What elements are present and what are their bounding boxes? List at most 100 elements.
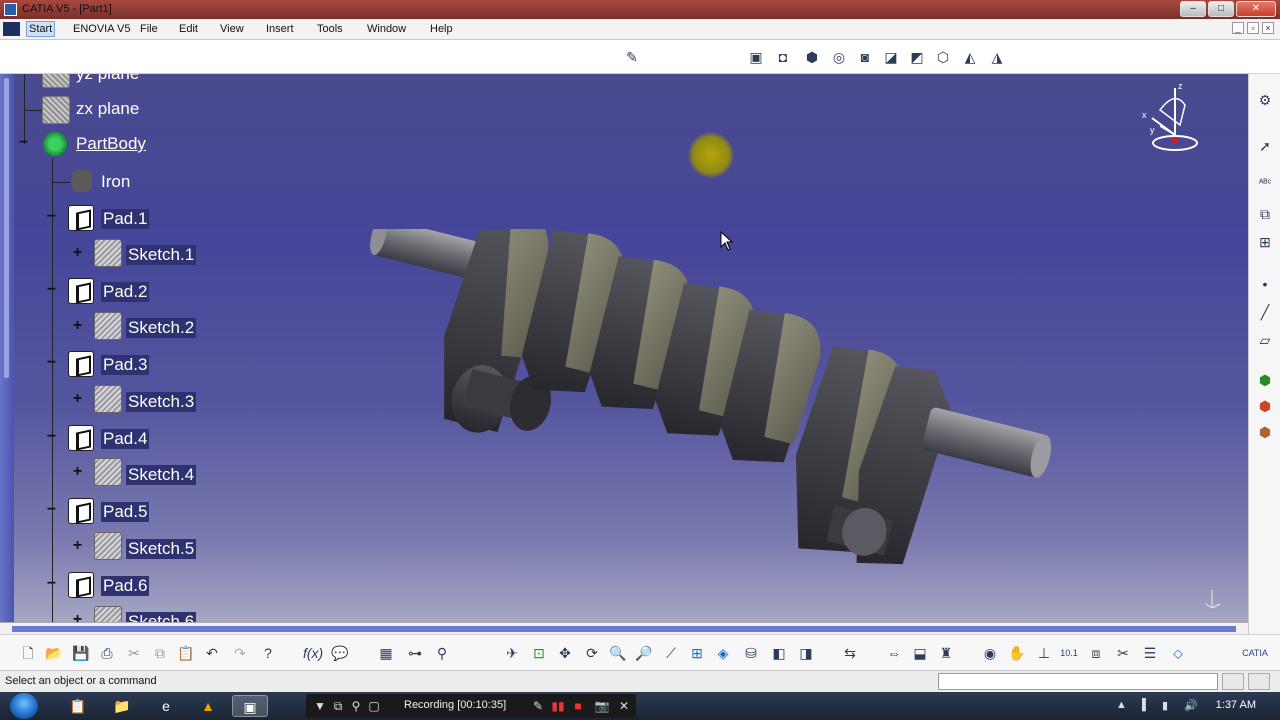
tree-node-partbody[interactable]: PartBody <box>76 134 146 154</box>
eraser-icon[interactable]: ⬦ <box>1168 643 1188 663</box>
compass-icon[interactable]: z x y <box>1140 80 1210 160</box>
menu-enovia[interactable]: ENOVIA V5 <box>73 23 130 35</box>
tree-scroll-thumb[interactable] <box>4 78 9 378</box>
collapse-pad5-button[interactable]: − <box>45 502 58 518</box>
render-material-icon[interactable]: ⬢ <box>1255 396 1275 416</box>
viewport-horizontal-scrollbar[interactable] <box>0 622 1248 634</box>
frame-icon[interactable]: ⧉ <box>1255 204 1275 224</box>
print-icon[interactable]: ⎙ <box>97 643 117 663</box>
tree-node-sketch-6[interactable]: Sketch.6 <box>126 612 197 622</box>
expand-sketch5-button[interactable]: + <box>71 538 84 554</box>
collapse-icon[interactable]: ▼ <box>312 698 328 714</box>
material-lib-icon[interactable]: ⬓ <box>910 643 930 663</box>
catalog-icon[interactable]: ◉ <box>980 643 1000 663</box>
hole-icon[interactable]: ◎ <box>829 47 849 67</box>
units-icon[interactable]: 10.1 <box>1059 643 1079 663</box>
collapse-pad4-button[interactable]: − <box>45 429 58 445</box>
pause-icon[interactable]: ▮▮ <box>550 698 566 714</box>
shading-icon[interactable]: ⛁ <box>741 643 761 663</box>
abc-text-icon[interactable]: ᴬᴮᶜ <box>1255 174 1275 194</box>
tree-node-pad-1[interactable]: Pad.1 <box>101 209 150 229</box>
iso-view-icon[interactable]: ◈ <box>713 643 733 663</box>
vlc-icon[interactable]: ▲ <box>190 695 226 717</box>
cut-section-icon[interactable]: ✂ <box>1113 643 1133 663</box>
swap-visible-icon[interactable]: ◨ <box>796 643 816 663</box>
window-icon[interactable]: ⧉ <box>330 698 346 714</box>
tray-expand-icon[interactable]: ▲ <box>1116 699 1127 711</box>
power-input-field[interactable] <box>938 673 1218 690</box>
fillet-icon[interactable]: ◪ <box>881 47 901 67</box>
menu-start[interactable]: Start <box>26 21 56 37</box>
copy-icon[interactable]: ⧉ <box>150 643 170 663</box>
select-region-icon[interactable]: ▢ <box>366 698 382 714</box>
close-button[interactable]: ✕ <box>1236 1 1276 17</box>
rib-icon[interactable]: ◙ <box>855 47 875 67</box>
minimize-button[interactable]: – <box>1180 1 1206 17</box>
axis-icon[interactable]: ⊥ <box>1034 643 1054 663</box>
battery-icon[interactable]: ▮ <box>1162 699 1168 712</box>
paste-icon[interactable]: 📋 <box>176 643 196 663</box>
scroll-track[interactable] <box>12 626 1236 632</box>
knowledge-icon[interactable]: 💬 <box>330 643 350 663</box>
power-input-go-button[interactable] <box>1248 673 1270 690</box>
camera-icon[interactable]: 📷 <box>594 698 610 714</box>
menu-view[interactable]: View <box>220 23 244 35</box>
collapse-pad6-button[interactable]: − <box>45 576 58 592</box>
zoom-in-icon[interactable]: 🔍 <box>608 643 628 663</box>
table-icon[interactable]: ▦ <box>376 643 396 663</box>
formula-icon[interactable]: f(x) <box>303 643 323 663</box>
tree-node-pad-6[interactable]: Pad.6 <box>101 576 150 596</box>
taskbar-app-icon[interactable]: 📋 <box>60 695 96 717</box>
network-icon[interactable]: ▐ <box>1138 699 1146 711</box>
apply-icon[interactable]: ♜ <box>936 643 956 663</box>
tree-node-sketch-5[interactable]: Sketch.5 <box>126 539 197 559</box>
rotate-icon[interactable]: ⟳ <box>582 643 602 663</box>
crankshaft-3d-model[interactable] <box>334 229 1054 589</box>
shaft-icon[interactable]: ⬢ <box>802 47 822 67</box>
material-apply-icon[interactable]: ⬢ <box>1255 370 1275 390</box>
windows-start-button[interactable] <box>10 693 38 719</box>
mdi-close-button[interactable]: × <box>1262 22 1274 34</box>
scale-icon[interactable]: ⇔ <box>884 643 904 663</box>
tree-node-pad-3[interactable]: Pad.3 <box>101 355 150 375</box>
chamfer-icon[interactable]: ◮ <box>987 47 1007 67</box>
tree-scrollbar[interactable] <box>0 74 14 624</box>
measure-tool-icon[interactable]: ⊞ <box>1255 232 1275 252</box>
close-recording-icon[interactable]: ✕ <box>616 698 632 714</box>
sketcher-icon[interactable]: ✎ <box>622 47 642 67</box>
open-icon[interactable]: 📂 <box>44 643 64 663</box>
collapse-pad1-button[interactable]: − <box>45 209 58 225</box>
tree-node-iron[interactable]: Iron <box>101 172 130 192</box>
tree-node-sketch-4[interactable]: Sketch.4 <box>126 465 197 485</box>
volume-icon[interactable]: 🔊 <box>1184 699 1198 712</box>
collapse-pad3-button[interactable]: − <box>45 355 58 371</box>
ie-icon[interactable]: e <box>148 695 184 717</box>
tree-node-yz-plane[interactable]: yz plane <box>76 74 139 84</box>
3d-viewport[interactable]: yz plane zx plane − PartBody Iron − Pad.… <box>14 74 1248 622</box>
catia-taskbar-button[interactable]: ▣ <box>232 695 268 717</box>
menu-help[interactable]: Help <box>430 23 453 35</box>
tree-node-pad-2[interactable]: Pad.2 <box>101 282 150 302</box>
mdi-restore-button[interactable]: ▫ <box>1247 22 1259 34</box>
redo-icon[interactable]: ↷ <box>230 643 250 663</box>
edge-fillet-icon[interactable]: ◭ <box>960 47 980 67</box>
select-arrow-icon[interactable]: ➚ <box>1255 136 1275 156</box>
tree-node-sketch-2[interactable]: Sketch.2 <box>126 318 197 338</box>
line-icon[interactable]: ╱ <box>1255 302 1275 322</box>
plane-tool-icon[interactable]: ▱ <box>1255 330 1275 350</box>
menu-file[interactable]: File <box>140 23 158 35</box>
fit-all-icon[interactable]: ⊡ <box>529 643 549 663</box>
tree-icon[interactable]: ⊶ <box>405 643 425 663</box>
maximize-button[interactable]: □ <box>1208 1 1234 17</box>
undo-icon[interactable]: ↶ <box>202 643 222 663</box>
list-icon[interactable]: ☰ <box>1140 643 1160 663</box>
normal-view-icon[interactable]: ⟋ <box>661 643 681 663</box>
settings-gear-icon[interactable]: ⚙ <box>1255 90 1275 110</box>
tree-node-sketch-3[interactable]: Sketch.3 <box>126 392 197 412</box>
mdi-minimize-button[interactable]: _ <box>1232 22 1244 34</box>
whats-this-icon[interactable]: ? <box>258 643 278 663</box>
menu-tools[interactable]: Tools <box>317 23 343 35</box>
hand-icon[interactable]: ✋ <box>1007 643 1027 663</box>
point-icon[interactable]: • <box>1255 274 1275 294</box>
folder-icon[interactable]: 📁 <box>104 695 140 717</box>
